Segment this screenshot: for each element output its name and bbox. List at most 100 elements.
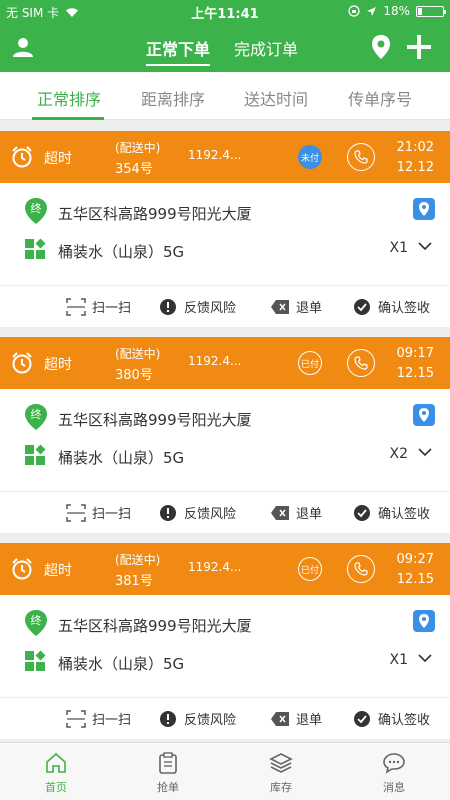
order-time: 09:17: [396, 346, 434, 361]
product-quantity: X1: [389, 240, 409, 256]
sort-tab-sequence[interactable]: 传单序号: [325, 86, 435, 110]
scan-label: 扫一扫: [92, 507, 132, 522]
refund-button[interactable]: 退单: [270, 503, 322, 522]
product-name: 桶装水（山泉）5G: [58, 243, 185, 261]
clipboard-icon: [159, 752, 177, 774]
layers-icon: [269, 753, 293, 773]
confirm-receipt-button[interactable]: 确认签收: [352, 709, 430, 728]
tabbar-grab-order[interactable]: 抢单: [138, 751, 198, 795]
navigate-button[interactable]: [413, 198, 435, 220]
confirm-receipt-label: 确认签收: [378, 301, 431, 316]
battery-icon: [416, 5, 446, 17]
order-actions: 扫一扫 反馈风险 退单 确认签收: [0, 491, 450, 533]
alarm-clock-icon: [12, 352, 32, 374]
order-date: 12.12: [396, 160, 434, 175]
phone-icon: [354, 150, 368, 164]
location-pin-icon: [419, 202, 429, 216]
order-body: 终 五华区科高路999号阳光大厦 桶装水（山泉）5G X2: [0, 389, 450, 491]
order-card[interactable]: 超时 (配送中) 380号 1192.4... 已付 09:17 12.15 终…: [0, 337, 450, 533]
scan-icon: [66, 503, 86, 522]
chevron-down-icon[interactable]: [418, 651, 432, 665]
feedback-risk-button[interactable]: 反馈风险: [158, 503, 236, 522]
delete-icon: [271, 711, 289, 726]
svg-text:终: 终: [31, 407, 42, 421]
order-distance: 1192.4...: [188, 354, 242, 368]
sort-tabs: 正常排序 距离排序 送达时间 传单序号: [0, 72, 450, 120]
feedback-risk-button[interactable]: 反馈风险: [158, 297, 236, 316]
delivery-address: 五华区科高路999号阳光大厦: [58, 411, 252, 429]
tab-normal-order[interactable]: 正常下单: [146, 36, 211, 66]
delivery-status: (配送中): [115, 141, 161, 155]
sort-tab-normal[interactable]: 正常排序: [14, 86, 124, 110]
product-grid-icon: [25, 650, 46, 671]
tabbar-inventory[interactable]: 库存: [251, 751, 311, 795]
product-quantity: X1: [389, 652, 409, 668]
phone-icon: [354, 356, 368, 370]
feedback-risk-label: 反馈风险: [184, 507, 237, 522]
destination-marker-icon: 终: [25, 610, 47, 636]
overtime-label: 超时: [44, 151, 72, 167]
active-tab-underline: [32, 117, 104, 120]
sort-tab-delivery-time[interactable]: 送达时间: [221, 86, 331, 110]
sort-tab-distance[interactable]: 距离排序: [118, 86, 228, 110]
chevron-down-icon[interactable]: [418, 445, 432, 459]
alarm-clock-icon: [12, 146, 32, 168]
scan-label: 扫一扫: [92, 713, 132, 728]
order-body: 终 五华区科高路999号阳光大厦 桶装水（山泉）5G X1: [0, 595, 450, 697]
confirm-receipt-button[interactable]: 确认签收: [352, 503, 430, 522]
lock-rotation-icon: [348, 5, 360, 17]
tabbar-home-label: 首页: [45, 781, 67, 794]
tabbar-inventory-label: 库存: [270, 781, 292, 794]
product-quantity: X2: [389, 446, 409, 462]
delete-icon: [271, 299, 289, 314]
tab-completed-order[interactable]: 完成订单: [234, 36, 298, 60]
refund-label: 退单: [296, 507, 323, 522]
warning-icon: [160, 504, 176, 521]
map-pin-icon[interactable]: [371, 34, 391, 60]
refund-button[interactable]: 退单: [270, 297, 322, 316]
product-name: 桶装水（山泉）5G: [58, 655, 185, 673]
scan-button[interactable]: 扫一扫: [66, 709, 131, 728]
message-icon: [383, 753, 405, 774]
call-button[interactable]: [347, 349, 375, 377]
order-actions: 扫一扫 反馈风险 退单 确认签收: [0, 697, 450, 739]
phone-icon: [354, 562, 368, 576]
nav-bar: 正常下单 完成订单: [0, 22, 450, 72]
destination-marker-icon: 终: [25, 404, 47, 430]
payment-badge: 已付: [298, 557, 322, 581]
refund-button[interactable]: 退单: [270, 709, 322, 728]
order-body: 终 五华区科高路999号阳光大厦 桶装水（山泉）5G X1: [0, 183, 450, 285]
delivery-address: 五华区科高路999号阳光大厦: [58, 617, 252, 635]
svg-text:终: 终: [31, 613, 42, 627]
warning-icon: [160, 298, 176, 315]
feedback-risk-button[interactable]: 反馈风险: [158, 709, 236, 728]
scan-button[interactable]: 扫一扫: [66, 297, 131, 316]
product-grid-icon: [25, 444, 46, 465]
order-number: 354号: [115, 162, 153, 177]
order-distance: 1192.4...: [188, 148, 242, 162]
scan-button[interactable]: 扫一扫: [66, 503, 131, 522]
order-actions: 扫一扫 反馈风险 退单 确认签收: [0, 285, 450, 327]
order-date: 12.15: [396, 366, 434, 381]
chevron-down-icon[interactable]: [418, 239, 432, 253]
order-card[interactable]: 超时 (配送中) 354号 1192.4... 未付 21:02 12.12 终…: [0, 131, 450, 327]
user-icon[interactable]: [12, 36, 34, 58]
call-button[interactable]: [347, 143, 375, 171]
check-circle-icon: [354, 504, 370, 521]
call-button[interactable]: [347, 555, 375, 583]
order-number: 381号: [115, 574, 153, 589]
add-icon[interactable]: [406, 34, 432, 60]
delivery-status: (配送中): [115, 553, 161, 567]
navigate-button[interactable]: [413, 610, 435, 632]
order-card[interactable]: 超时 (配送中) 381号 1192.4... 已付 09:27 12.15 终…: [0, 543, 450, 739]
order-distance: 1192.4...: [188, 560, 242, 574]
overtime-label: 超时: [44, 357, 72, 373]
confirm-receipt-button[interactable]: 确认签收: [352, 297, 430, 316]
navigate-button[interactable]: [413, 404, 435, 426]
refund-label: 退单: [296, 301, 323, 316]
tabbar-home[interactable]: 首页: [26, 751, 86, 795]
tabbar-messages[interactable]: 消息: [364, 751, 424, 795]
payment-badge: 未付: [298, 145, 322, 169]
order-header: 超时 (配送中) 380号 1192.4... 已付 09:17 12.15: [0, 337, 450, 389]
order-number: 380号: [115, 368, 153, 383]
